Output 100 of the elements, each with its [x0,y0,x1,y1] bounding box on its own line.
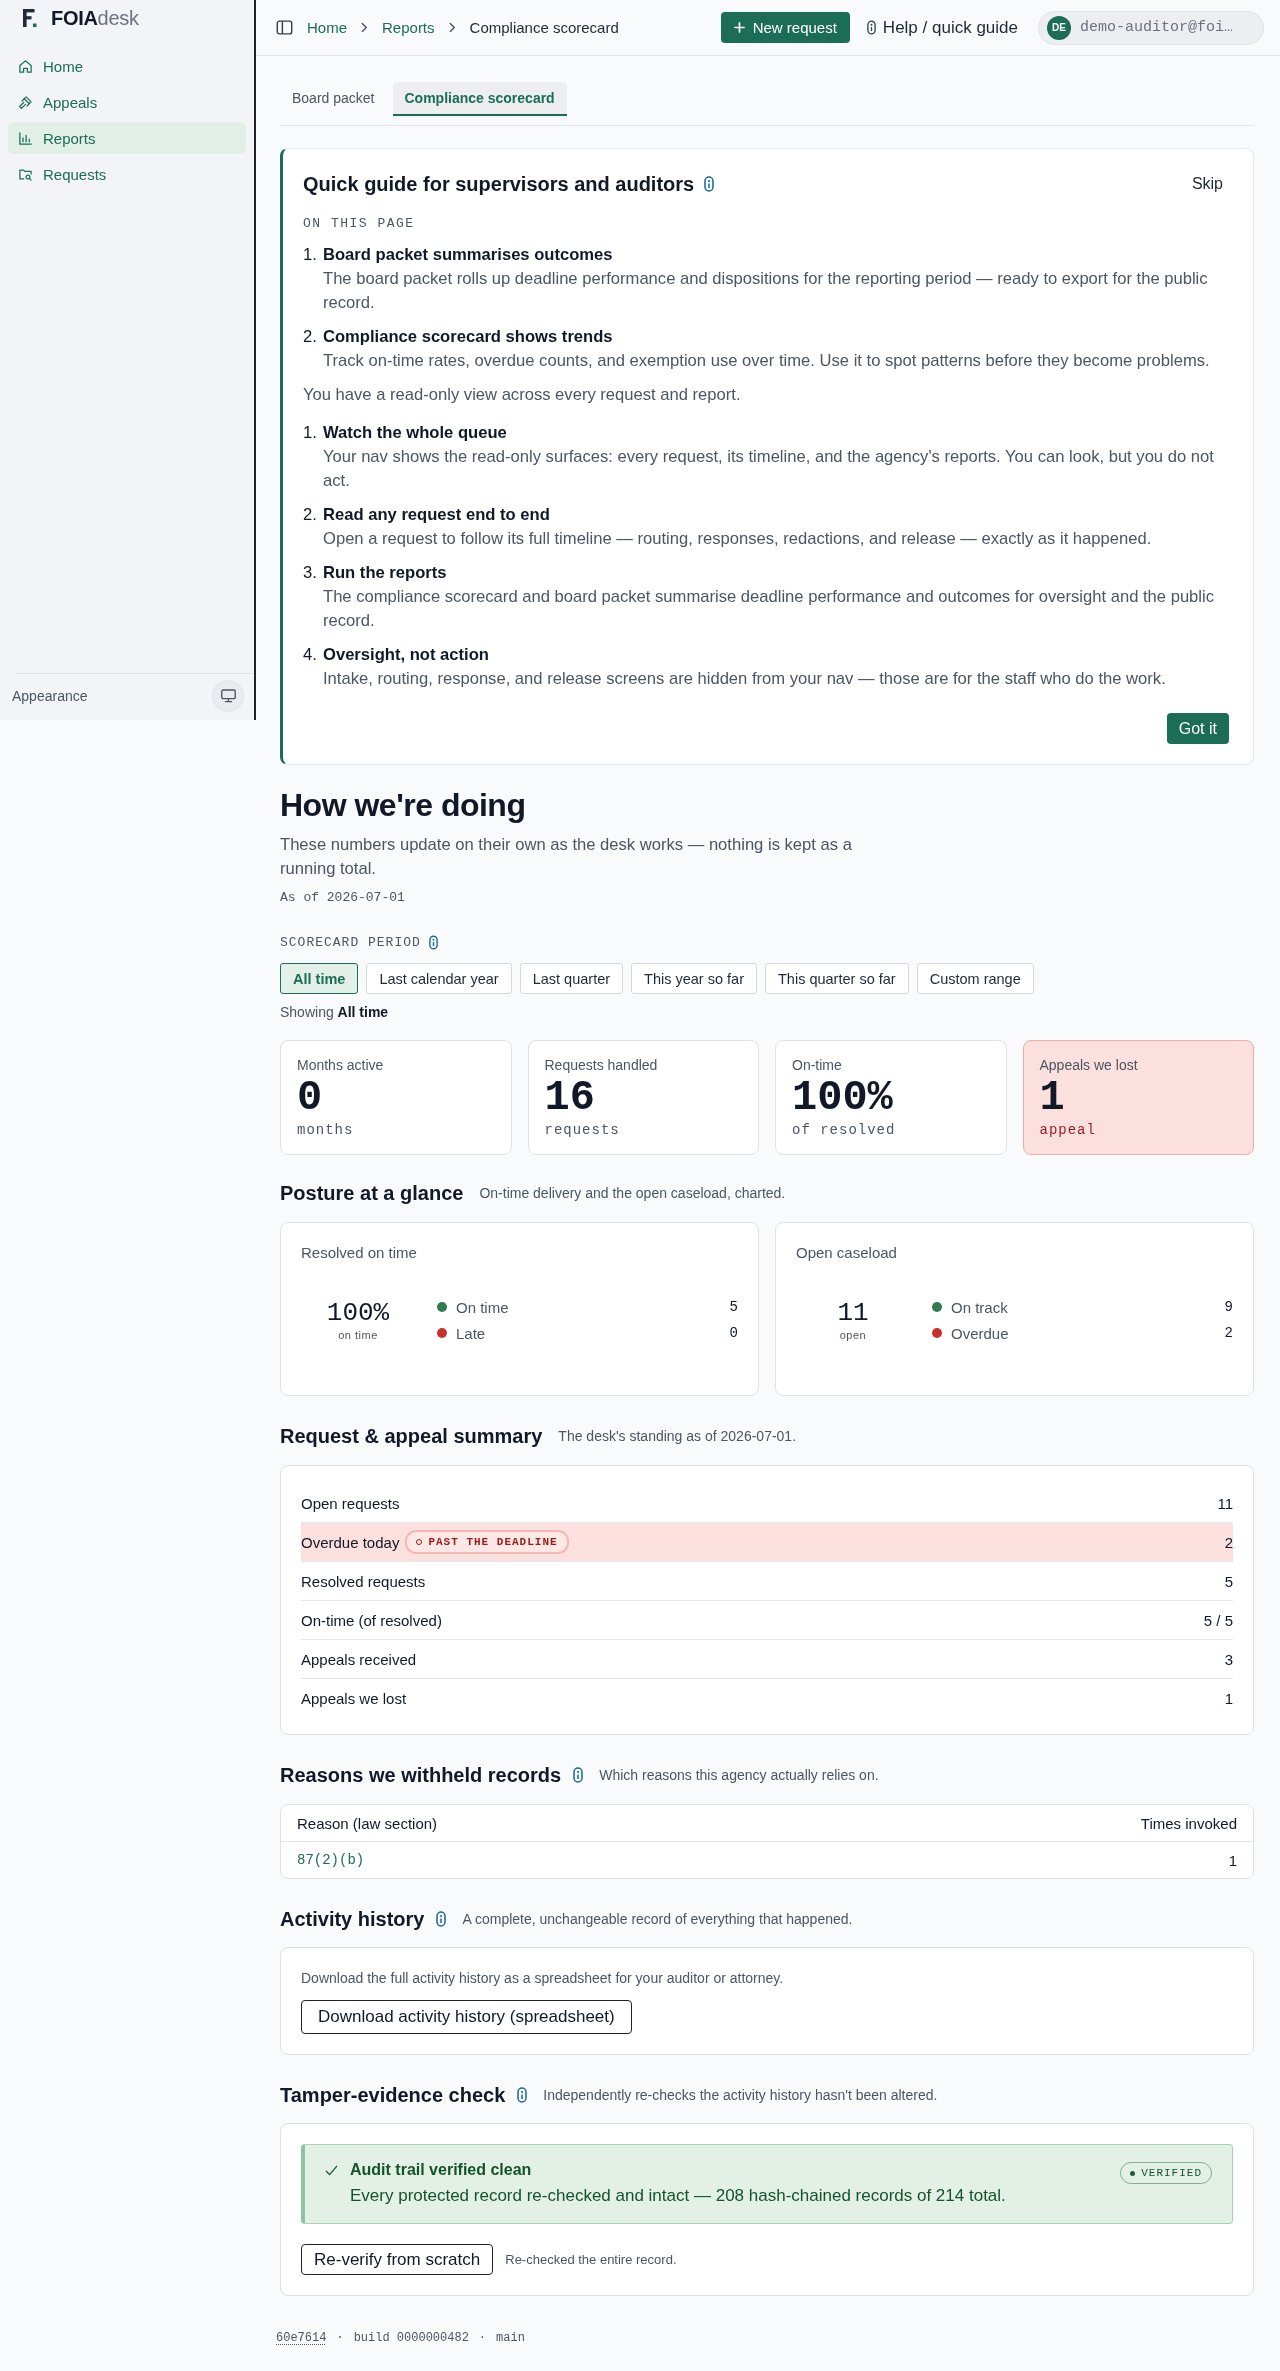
sidebar-toggle-icon[interactable] [276,19,293,36]
legend-label: On track [951,1298,1009,1316]
info-icon[interactable] [704,176,715,192]
logo-text: FOIAdesk [51,6,139,30]
law-section-link[interactable]: 87(2)(b) [297,1852,365,1868]
section-subtitle: A complete, unchangeable record of everything that happened. [462,1911,853,1927]
column-header: Times invoked [1140,1814,1237,1832]
step-number: 3. [303,562,317,584]
summary-value: 11 [1217,1494,1233,1512]
step-text: Your nav shows the read-only surfaces: every request, its timeline, and the agency's reports. You can look, but you do not act. [323,446,1215,492]
stat-value: 100% [792,1075,894,1121]
period-option[interactable]: Custom range [916,963,1034,994]
alert-text: Every protected record re-checked and intact — 208 hash-chained records of 214 total. [350,2185,1007,2207]
plus-icon [733,22,745,33]
legend-count: 5 [729,1299,738,1315]
new-request-button[interactable]: New request [720,12,850,43]
tab[interactable]: Compliance scorecard [392,82,567,116]
summary-label: Resolved requests [301,1572,426,1590]
alert-title: Audit trail verified clean [350,2160,533,2180]
step-number: 2. [303,326,317,348]
legend-label: Late [456,1324,487,1342]
account-menu[interactable]: DE demo-auditor@foi… [1038,10,1264,45]
stat-label: Appeals we lost [1039,1056,1139,1074]
legend-count: 9 [1224,1299,1233,1315]
verified-label: VERIFIED [1141,2167,1202,2179]
stat-unit: appeal [1039,1121,1097,1139]
showing-text: Showing All time [280,1003,390,1022]
metric-value: 11 [837,1297,869,1328]
gavel-icon [18,94,33,110]
summary-label: On-time (of resolved) [301,1611,442,1629]
step-number: 2. [303,504,317,526]
period-option[interactable]: This year so far [631,963,757,994]
summary-label: Appeals received [301,1650,417,1668]
period-label: SCORECARD PERIOD [280,934,421,950]
step-text: Intake, routing, response, and release screens are hidden from your nav — those are for the staff who do the work. [323,668,1166,690]
appearance-label: Appearance [12,688,88,704]
section-label: ON THIS PAGE [303,215,416,233]
nav-item[interactable]: Requests [8,158,246,190]
section-subtitle: Which reasons this agency actually relies on. [599,1767,879,1783]
stat-unit: months [297,1121,355,1139]
nav-item[interactable]: Home [8,50,246,82]
card-title: Open caseload [796,1243,898,1263]
nav-item[interactable]: Appeals [8,86,246,118]
stat-label: Requests handled [544,1056,659,1074]
reverify-note: Re-checked the entire record. [505,2252,677,2267]
column-header: Reason (law section) [297,1814,438,1832]
got-it-button[interactable]: Got it [1166,713,1229,744]
avatar: DE [1047,15,1071,40]
legend-count: 0 [729,1325,738,1341]
help-link[interactable]: Help / quick guide [866,17,1018,38]
period-option[interactable]: This quarter so far [765,963,909,994]
tab[interactable]: Board packet [280,82,387,116]
info-icon[interactable] [517,2087,528,2103]
step-text: The compliance scorecard and board packet summarise deadline performance and outcomes for oversight and the public record. [323,586,1216,632]
info-icon[interactable] [428,934,438,950]
summary-label: Appeals we lost [301,1689,407,1707]
breadcrumb-link[interactable]: Home [307,19,347,36]
skip-button[interactable]: Skip [1185,171,1229,197]
period-option[interactable]: Last quarter [519,963,624,994]
summary-value: 2 [1224,1533,1233,1551]
period-option[interactable]: All time [280,963,359,994]
stat-label: Months active [297,1056,385,1074]
download-button[interactable]: Download activity history (spreadsheet) [301,2000,632,2034]
section-subtitle: The desk's standing as of 2026-07-01. [558,1428,797,1444]
page-title: How we're doing [280,786,527,825]
page-intro: These numbers update on their own as the desk works — nothing is kept as a running total. [280,834,853,880]
stat-value: 1 [1039,1075,1066,1121]
period-option[interactable]: Last calendar year [366,963,512,994]
reverify-button[interactable]: Re-verify from scratch [301,2244,494,2275]
stat-label: On-time [792,1056,843,1074]
legend-label: Overdue [951,1324,1010,1342]
check-icon [325,2165,338,2176]
step-title: Oversight, not action [323,644,490,666]
table-cell: 1 [1228,1851,1237,1869]
step-number: 4. [303,644,317,666]
step-title: Read any request end to end [323,504,551,526]
commit-link[interactable]: 60e7614 [276,2330,327,2346]
info-icon[interactable] [436,1911,447,1927]
summary-label: Open requests [301,1494,400,1512]
chevron-right-icon [361,22,368,33]
section-title: Request & appeal summary [280,1424,543,1449]
step-title: Run the reports [323,562,448,584]
step-title: Watch the whole queue [323,422,508,444]
breadcrumb-current: Compliance scorecard [469,19,619,36]
nav-item[interactable]: Reports [8,122,246,154]
stat-value: 0 [297,1075,324,1121]
build-number: build 0000000482 [353,2330,469,2346]
as-of-date: As of 2026-07-01 [280,889,406,907]
metric-caption: open [839,1327,867,1343]
summary-value: 3 [1224,1650,1233,1668]
breadcrumb-link[interactable]: Reports [382,19,435,36]
dot-icon [1130,2170,1136,2176]
appearance-button[interactable] [212,680,244,712]
chevron-right-icon [448,22,456,33]
step-title: Board packet summarises outcomes [323,244,614,266]
info-icon[interactable] [573,1767,584,1783]
section-title: Activity history [280,1907,425,1932]
legend-count: 2 [1224,1325,1233,1341]
step-text: Open a request to follow its full timeline — routing, responses, redactions, and release — exactly as it happened. [323,528,1152,550]
home-icon [18,58,33,74]
